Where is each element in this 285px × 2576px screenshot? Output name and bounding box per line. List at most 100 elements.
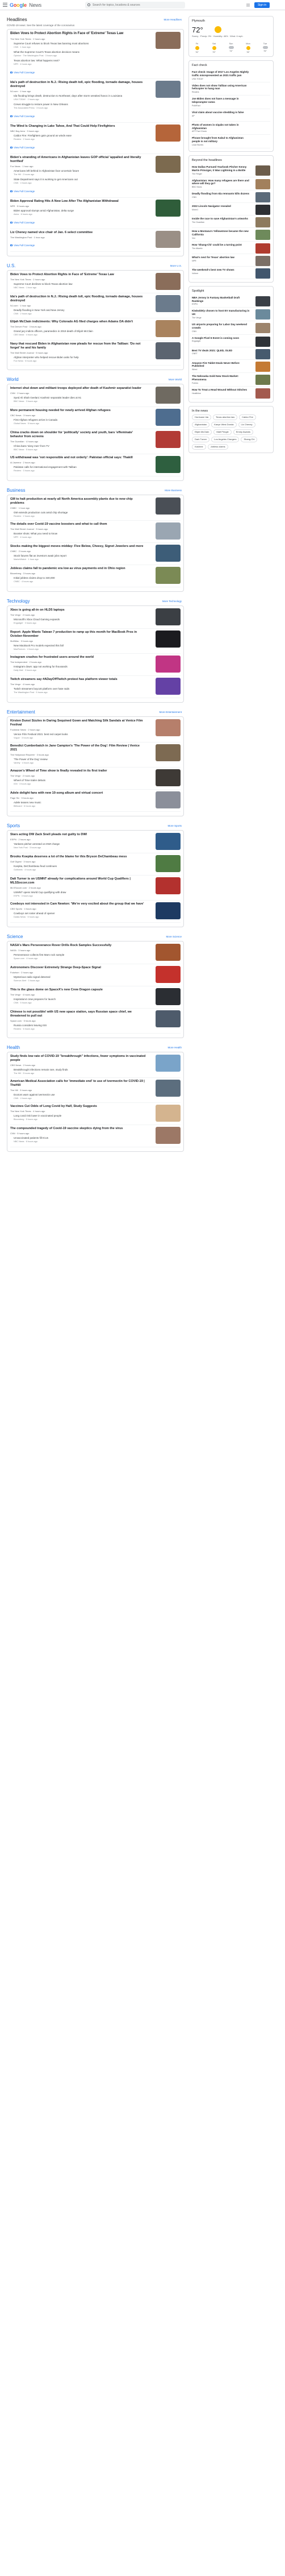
related-story-title[interactable]: What the Supreme Court's Texas abortion … [14,51,79,53]
related-story-title[interactable]: Koepka, DeChambeau feud continues [14,865,57,868]
story-source[interactable]: NPR · 5 hours ago [10,205,181,208]
side-story[interactable]: Joe Biden does not have a message in tel… [192,96,270,109]
side-story-title[interactable]: Joe Biden does not have a message in tel… [192,97,252,104]
section-more-link[interactable]: More Sports [167,824,182,827]
side-story-title[interactable]: Viral claim about vaccine shedding is fa… [192,111,252,114]
topic-chip[interactable]: Liz Cheney [238,421,255,428]
story-source[interactable]: The Verge · 2 hours ago [10,613,181,616]
story-source[interactable]: The Independent · 2 hours ago [10,661,181,663]
story-source[interactable]: Bloomberg · 3 hours ago [10,572,181,575]
side-story[interactable]: Viral claim about vaccine shedding is fa… [192,109,270,122]
topic-chip[interactable]: Los Angeles Chargers [211,436,240,442]
search-box[interactable] [85,2,185,9]
topic-chip[interactable]: Hurricane Ida [192,414,212,420]
topic-chip[interactable]: Kashmir [192,443,206,450]
story-item[interactable]: NASA's Mars Perseverance Rover Drills Ro… [10,943,181,964]
side-story-thumbnail[interactable] [255,361,270,372]
section-more-link[interactable]: More Business [165,489,182,492]
related-story[interactable]: Americans left behind in Afghanistan fac… [10,169,145,176]
story-source[interactable]: CBS Sports · 4 hours ago [10,907,181,910]
story-source[interactable]: CNBC · 2 hours ago [10,550,181,553]
section-title[interactable]: World [7,377,19,382]
story-thumbnail[interactable] [156,1054,181,1072]
related-story[interactable]: Breakthrough infections remain rare, stu… [10,1068,145,1075]
story-headline[interactable]: Astronomers Discover Extremely Strange D… [10,966,146,970]
related-story[interactable]: Wheel of Time trailer debuts IGN · 3 hour… [10,779,145,786]
related-story[interactable]: Instagram down: app not working for thou… [10,665,145,672]
story-thumbnail[interactable] [156,832,181,850]
side-story-thumbnail[interactable] [255,349,270,359]
related-story-title[interactable]: Biden approval slumps amid Afghanistan, … [14,209,74,212]
side-story[interactable]: Afghanistan: How many refugees are there… [192,177,270,191]
related-story[interactable]: New MacBook Pro models expected this fal… [10,644,145,651]
related-story[interactable]: Unvaccinated patients fill ICUs NBC News … [10,1136,145,1143]
related-story[interactable]: Cowboys set roster ahead of opener Dallas… [10,912,145,919]
covid-notice[interactable]: COVID-19 news: See the latest coverage o… [7,24,184,27]
story-thumbnail[interactable] [156,630,181,648]
story-item[interactable]: Adele delight fans with new 10-song albu… [10,791,181,812]
story-headline[interactable]: Biden's stranding of Americans in Afghan… [10,156,146,164]
related-story-title[interactable]: Unvaccinated patients fill ICUs [14,1136,48,1139]
story-headline[interactable]: Biden Approval Rating Hits A New Low Aft… [10,200,146,204]
story-item[interactable]: The Wind Is Changing in Lake Tahoe, And … [10,124,181,154]
side-story-title[interactable]: 2022 Lincoln Navigator revealed [192,205,252,208]
story-item[interactable]: The compounded tragedy of Covid-19 vacci… [10,1126,181,1147]
story-headline[interactable]: China cracks down on shoulder for 'polit… [10,431,146,439]
story-thumbnail[interactable] [156,80,181,98]
story-source[interactable]: The Verge · 2 hours ago [10,774,181,777]
related-story[interactable]: State Department says it is working to g… [10,178,145,185]
side-story-title[interactable]: Amazon Fire Tablet Deals Never Before Pu… [192,362,252,368]
side-story[interactable]: Photo of women in niqabs not taken in Af… [192,122,270,135]
related-story-title[interactable]: Grand jury indicts officers, paramedics … [14,330,93,333]
related-story[interactable]: Grand jury indicts officers, paramedics … [10,330,145,337]
section-title[interactable]: Health [7,1045,20,1050]
story-item[interactable]: Kirsten Dunst Sizzles in Daring Sequined… [10,719,181,742]
related-story[interactable]: Inspiration4 crew prepares for launch CNN… [10,998,145,1005]
side-story[interactable]: What's next for Texas' abortion law NPR [192,254,270,267]
side-story-thumbnail[interactable] [255,179,270,189]
story-headline[interactable]: Stars acting DW Zack Snell pleads not gu… [10,833,146,837]
side-story[interactable]: How 'Shang-Chi' could be a turning point… [192,242,270,254]
story-source[interactable]: The Denver Post · 3 hours ago [10,325,181,328]
story-source[interactable]: CNN · 5 hours ago [10,1132,181,1135]
related-story[interactable]: Texas abortion law: What happens next? NP… [10,59,145,66]
sign-in-button[interactable]: Sign in [254,2,270,8]
story-headline[interactable]: Navy that rescued Biden in Afghanistan n… [10,342,146,350]
related-story[interactable]: Microsoft's Xbox Cloud Gaming expands Eng… [10,618,145,625]
side-story[interactable]: How Dallas Pursued Yearbook Pitcher Kenn… [192,164,270,177]
story-item[interactable]: Biden Vows to Protect Abortion Rights in… [10,272,181,293]
side-story-title[interactable]: Video does not show Taliban using Americ… [192,84,252,91]
side-story[interactable]: Phrase brought from Kabul to Afghanistan… [192,135,270,148]
story-item[interactable]: American Medical Association calls for '… [10,1079,181,1103]
related-story[interactable]: Supreme Court refuses to block Texas law… [10,42,145,49]
story-thumbnail[interactable] [156,1104,181,1122]
story-source[interactable]: The Wall Street Journal · 5 hours ago [10,351,181,354]
section-more-link[interactable]: More Health [167,1046,182,1049]
related-story[interactable]: Pakistan calls for international engagem… [10,466,145,472]
story-source[interactable]: The Washington Post · 1 hour ago [10,236,181,239]
section-title[interactable]: Headlines [7,17,27,22]
story-item[interactable]: Chinese is not possible! with US new spa… [10,1010,181,1034]
related-story-title[interactable]: Americans left behind in Afghanistan fac… [14,169,79,172]
story-item[interactable]: Amazon's Wheel of Time show is finally r… [10,769,181,790]
topic-chip[interactable]: Shang-Chi [241,436,258,442]
story-source[interactable]: The Hill · 3 hours ago [10,1089,181,1092]
section-title[interactable]: Technology [7,599,30,604]
related-story[interactable]: Supreme Court declines to block Texas ab… [10,283,145,289]
story-thumbnail[interactable] [156,902,181,919]
side-story-title[interactable]: Kiwiwidely chosen to host EV manufacturi… [192,309,252,316]
story-thumbnail[interactable] [156,155,181,173]
related-story-title[interactable]: Supreme Court refuses to block Texas law… [14,42,89,45]
story-thumbnail[interactable] [156,1126,181,1144]
related-story-title[interactable]: Wheel of Time trailer debuts [14,779,45,782]
related-story[interactable]: Biden approval slumps amid Afghanistan, … [10,209,145,216]
story-headline[interactable]: GM to halt production at nearly all Nort… [10,497,146,505]
related-story-title[interactable]: Crews struggle to restore power in New O… [14,103,68,106]
story-headline[interactable]: Instagram crashes for frustrated users a… [10,656,146,659]
story-headline[interactable]: Internet shut down and militant troops d… [10,387,146,391]
side-story-title[interactable]: Afghanistan: How many refugees are there… [192,179,252,186]
story-item[interactable]: Navy that rescued Biden in Afghanistan n… [10,342,181,366]
related-story-title[interactable]: Pakistan calls for international engagem… [14,466,77,468]
side-story-title[interactable]: How Dallas Pursued Yearbook Pitcher Kenn… [192,165,252,172]
story-source[interactable]: NJ.com · 1 hour ago [10,90,181,93]
